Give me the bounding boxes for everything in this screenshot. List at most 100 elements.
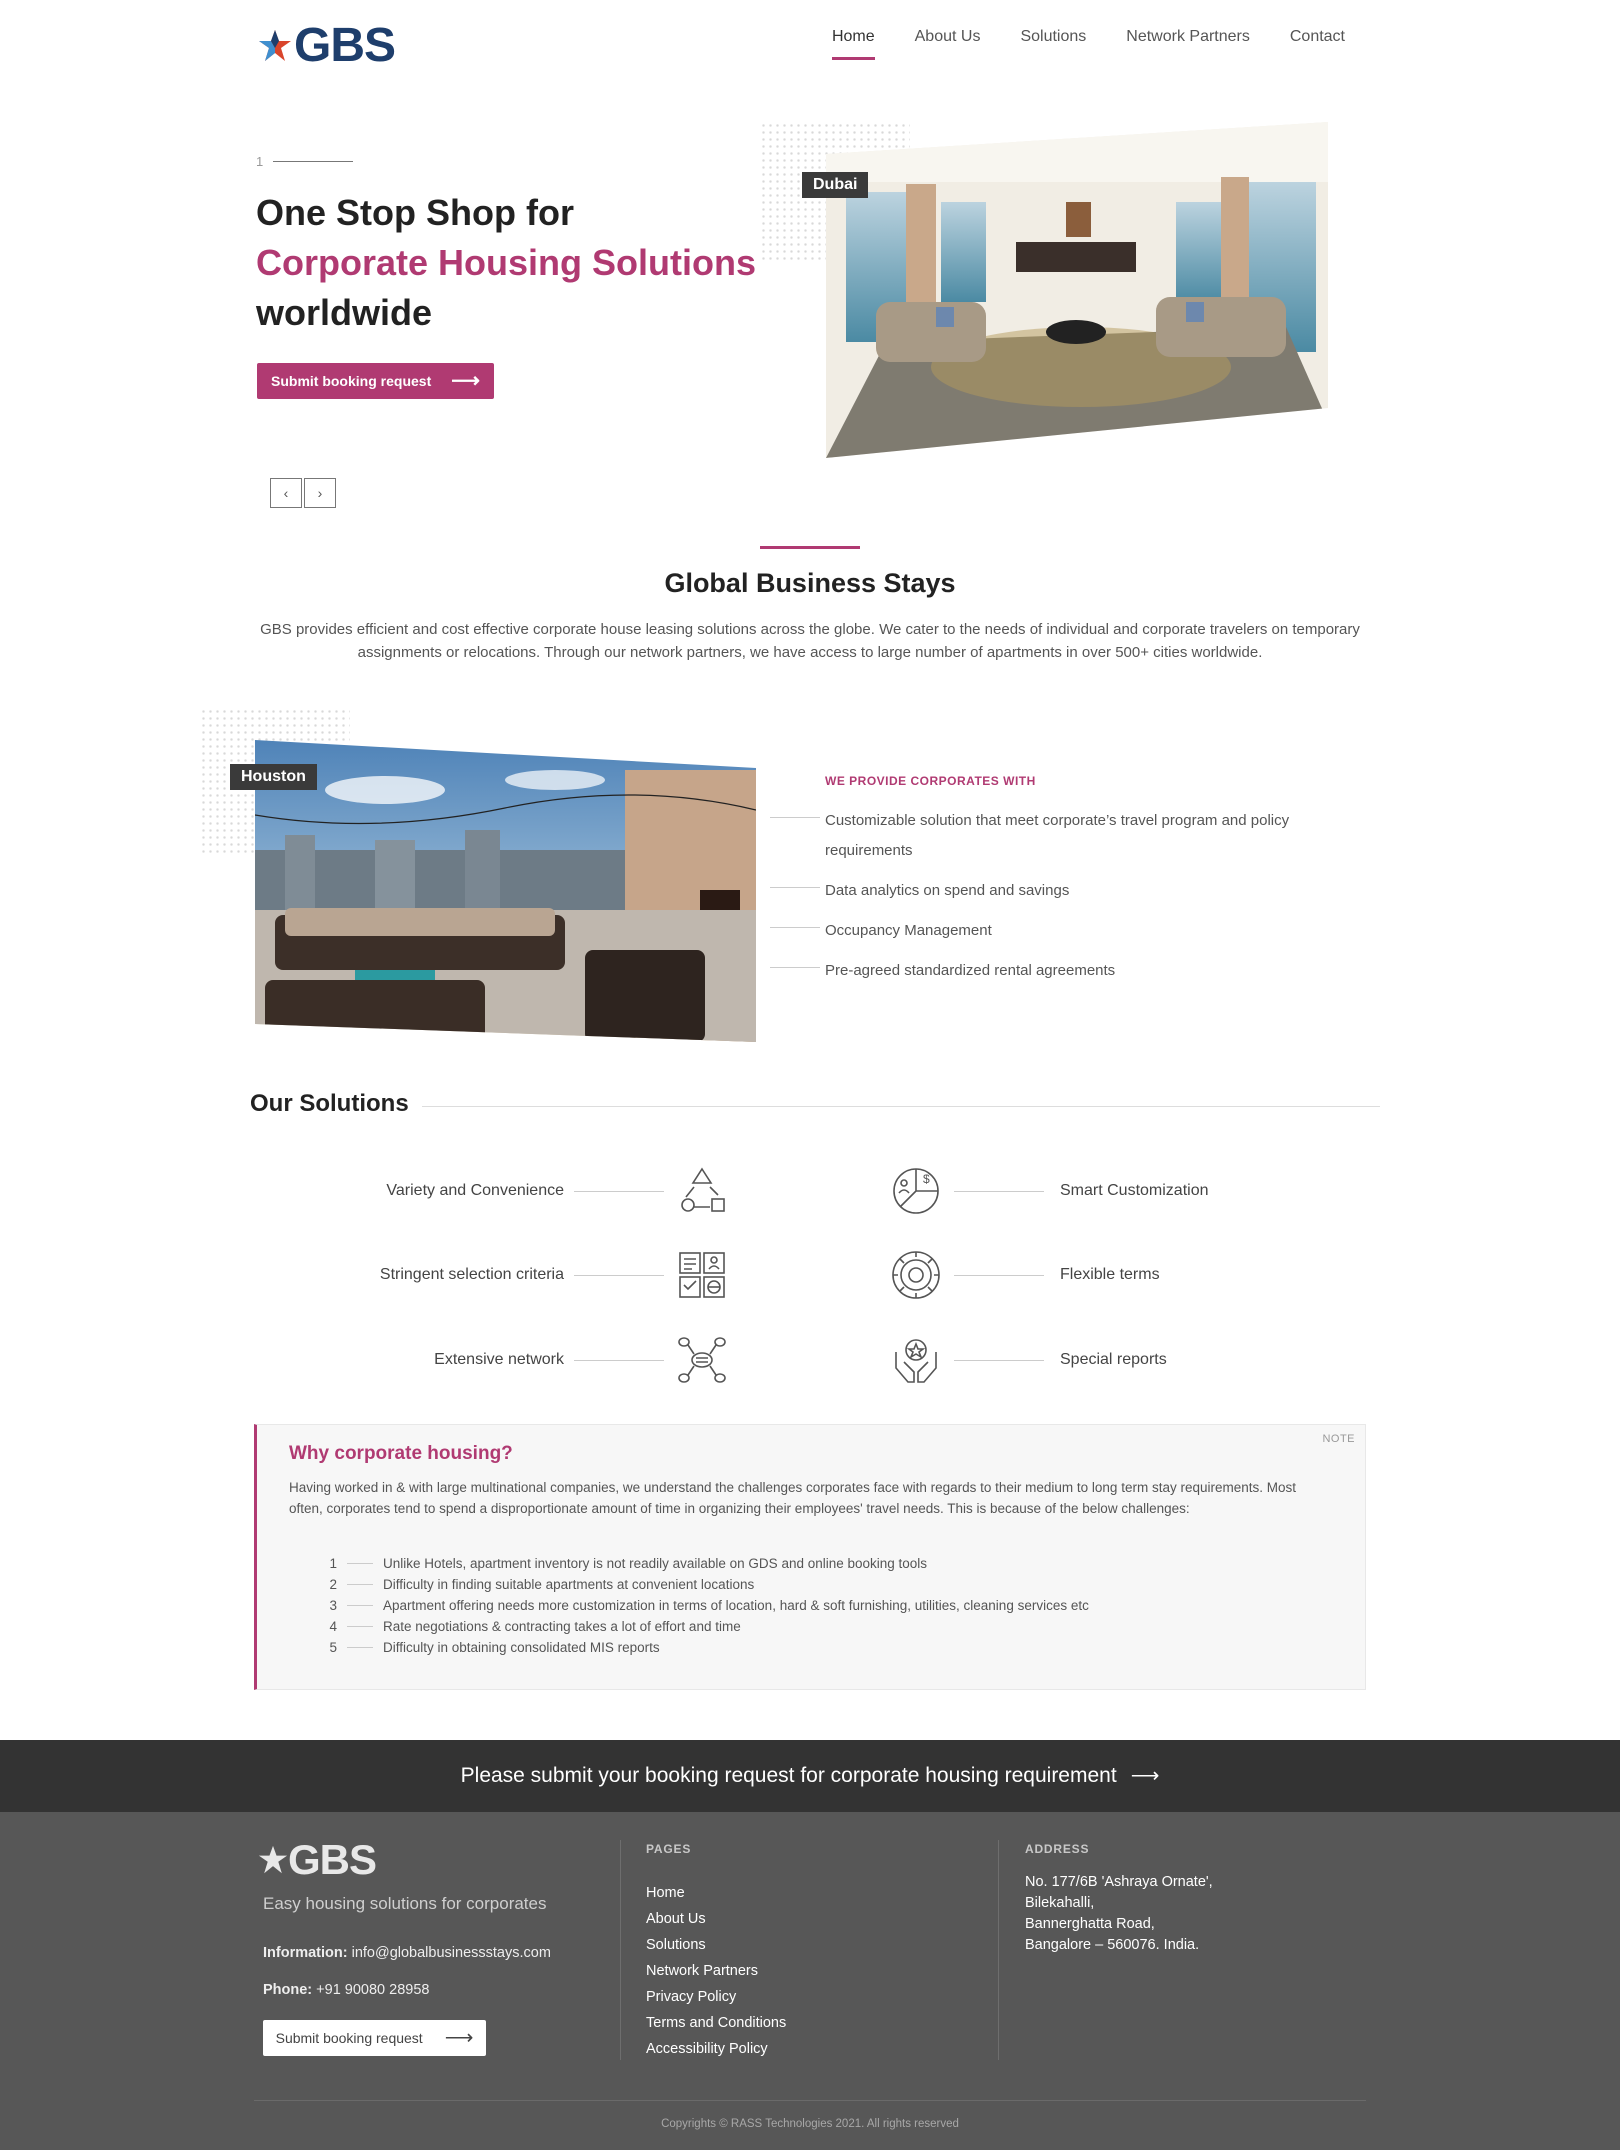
hero-title-line2: Corporate Housing Solutions: [256, 242, 756, 283]
provide-item-text: Pre-agreed standardized rental agreement…: [825, 962, 1116, 979]
note-list: 1 Unlike Hotels, apartment inventory is n…: [327, 1553, 1089, 1658]
list-text: Rate negotiations & contracting takes a …: [383, 1619, 741, 1634]
slider-prev-button[interactable]: ‹: [270, 478, 302, 508]
footer-link-accessibility[interactable]: Accessibility Policy: [646, 2036, 786, 2062]
email-link[interactable]: info@globalbusinessstays.com: [352, 1945, 551, 1961]
list-dash: [347, 1626, 373, 1627]
list-item: 5 Difficulty in obtaining consolidated MI…: [327, 1637, 1089, 1658]
dubai-living-room-image: [826, 122, 1328, 458]
footer-link-terms[interactable]: Terms and Conditions: [646, 2010, 786, 2036]
arrow-right-icon: ⟶: [1130, 1765, 1160, 1787]
site-footer: GBS Easy housing solutions for corporate…: [0, 1812, 1620, 2150]
list-item: 3 Apartment offering needs more customiza…: [327, 1595, 1089, 1616]
list-item: 2 Difficulty in finding suitable apartmen…: [327, 1574, 1089, 1595]
provide-item-text: Occupancy Management: [825, 922, 992, 939]
site-logo[interactable]: GBS: [258, 18, 396, 73]
item-dash: [770, 927, 820, 928]
email-label: Information:: [263, 1945, 348, 1961]
list-dash: [347, 1605, 373, 1606]
footer-submit-booking-button[interactable]: Submit booking request ⟶: [263, 2020, 486, 2056]
provide-heading: WE PROVIDE CORPORATES WITH: [825, 774, 1036, 788]
footer-link-privacy-policy[interactable]: Privacy Policy: [646, 1984, 786, 2010]
checklist-icon: [674, 1247, 730, 1303]
about-text: GBS provides efficient and cost effectiv…: [260, 621, 1360, 661]
chevron-left-icon: ‹: [283, 485, 289, 501]
item-dash: [770, 887, 820, 888]
footer-link-about-us[interactable]: About Us: [646, 1906, 786, 1932]
footer-link-network-partners[interactable]: Network Partners: [646, 1958, 786, 1984]
gear-icon: [888, 1247, 944, 1303]
hero-title-line1: One Stop Shop for: [256, 192, 574, 233]
list-number: 4: [329, 1619, 337, 1634]
section-accent-line: [760, 546, 860, 549]
arrow-right-icon: ⟶: [444, 2027, 474, 2049]
solution-label: Special reports: [1060, 1351, 1167, 1368]
solutions-title: Our Solutions: [250, 1090, 409, 1117]
footer-logo[interactable]: GBS: [258, 1836, 377, 1884]
submit-booking-button[interactable]: Submit booking request ⟶: [257, 363, 494, 399]
solution-dash: [954, 1274, 1044, 1276]
footer-pages-heading: PAGES: [646, 1842, 692, 1856]
solution-item: Flexible terms: [888, 1247, 1160, 1303]
note-tag: NOTE: [1322, 1433, 1355, 1445]
nav-contact[interactable]: Contact: [1290, 28, 1345, 52]
footer-divider: [620, 1840, 621, 2060]
list-dash: [347, 1563, 373, 1564]
slider-next-button[interactable]: ›: [304, 478, 336, 508]
footer-address-heading: ADDRESS: [1025, 1842, 1090, 1856]
footer-link-solutions[interactable]: Solutions: [646, 1932, 786, 1958]
solution-label: Variety and Convenience: [386, 1182, 564, 1199]
solution-dash: [574, 1274, 664, 1276]
list-text: Apartment offering needs more customizat…: [383, 1598, 1089, 1613]
solution-item: Stringent selection criteria: [380, 1247, 730, 1303]
nav-network-partners[interactable]: Network Partners: [1126, 28, 1250, 52]
provide-list: Customizable solution that meet corporat…: [770, 806, 1330, 996]
solution-dash: [574, 1359, 664, 1361]
slider-controls: ‹ ›: [270, 478, 336, 508]
solution-dash: [574, 1190, 664, 1192]
list-item: Pre-agreed standardized rental agreement…: [770, 956, 1330, 986]
provide-item-text: Data analytics on spend and savings: [825, 882, 1070, 899]
solutions-divider: [422, 1106, 1380, 1107]
footer-tagline: Easy housing solutions for corporates: [263, 1894, 547, 1913]
solution-label: Stringent selection criteria: [379, 1266, 564, 1283]
nav-home[interactable]: Home: [831, 28, 875, 60]
slide-number: 1: [256, 154, 264, 169]
item-dash: [770, 967, 820, 968]
solution-dash: [954, 1359, 1044, 1361]
solution-item: Variety and Convenience: [386, 1163, 730, 1219]
note-body: Having worked in & with large multinatio…: [289, 1480, 1296, 1516]
nav-solutions[interactable]: Solutions: [1020, 28, 1086, 52]
image-location-tag-dubai: Dubai: [802, 172, 869, 198]
solution-item: Special reports: [888, 1332, 1167, 1388]
submit-booking-label: Submit booking request: [271, 373, 432, 389]
list-item: Data analytics on spend and savings: [770, 876, 1330, 906]
hands-star-icon: [888, 1332, 944, 1388]
footer-rule: [254, 2100, 1366, 2101]
address-line: Bannerghatta Road,: [1025, 1916, 1155, 1932]
footer-logo-text: GBS: [288, 1836, 377, 1883]
provide-item-text: Customizable solution that meet corporat…: [825, 812, 1290, 859]
list-number: 1: [329, 1556, 337, 1571]
network-icon: [674, 1332, 730, 1388]
list-number: 5: [329, 1640, 337, 1655]
list-number: 3: [329, 1598, 337, 1613]
hero-title: One Stop Shop for Corporate Housing Solu…: [256, 188, 756, 338]
image-location-tag-houston: Houston: [230, 764, 317, 790]
phone-value: +91 90080 28958: [316, 1982, 430, 1998]
booking-cta-banner[interactable]: Please submit your booking request for c…: [0, 1740, 1620, 1812]
list-text: Unlike Hotels, apartment inventory is no…: [383, 1556, 928, 1571]
phone-label: Phone:: [263, 1982, 313, 1998]
star-logo-icon: [259, 29, 291, 61]
footer-link-home[interactable]: Home: [646, 1880, 786, 1906]
address-line: Bangalore – 560076. India.: [1025, 1937, 1200, 1953]
cta-text: Please submit your booking request for c…: [460, 1764, 1117, 1787]
list-text: Difficulty in obtaining consolidated MIS…: [383, 1640, 660, 1655]
list-item: Customizable solution that meet corporat…: [770, 806, 1330, 866]
list-number: 2: [329, 1577, 337, 1592]
note-box: NOTE Why corporate housing? Having worke…: [254, 1424, 1366, 1690]
nav-about-us[interactable]: About Us: [915, 28, 981, 52]
solution-label: Smart Customization: [1060, 1182, 1209, 1199]
about-title: Global Business Stays: [664, 568, 956, 598]
chevron-right-icon: ›: [317, 485, 323, 501]
